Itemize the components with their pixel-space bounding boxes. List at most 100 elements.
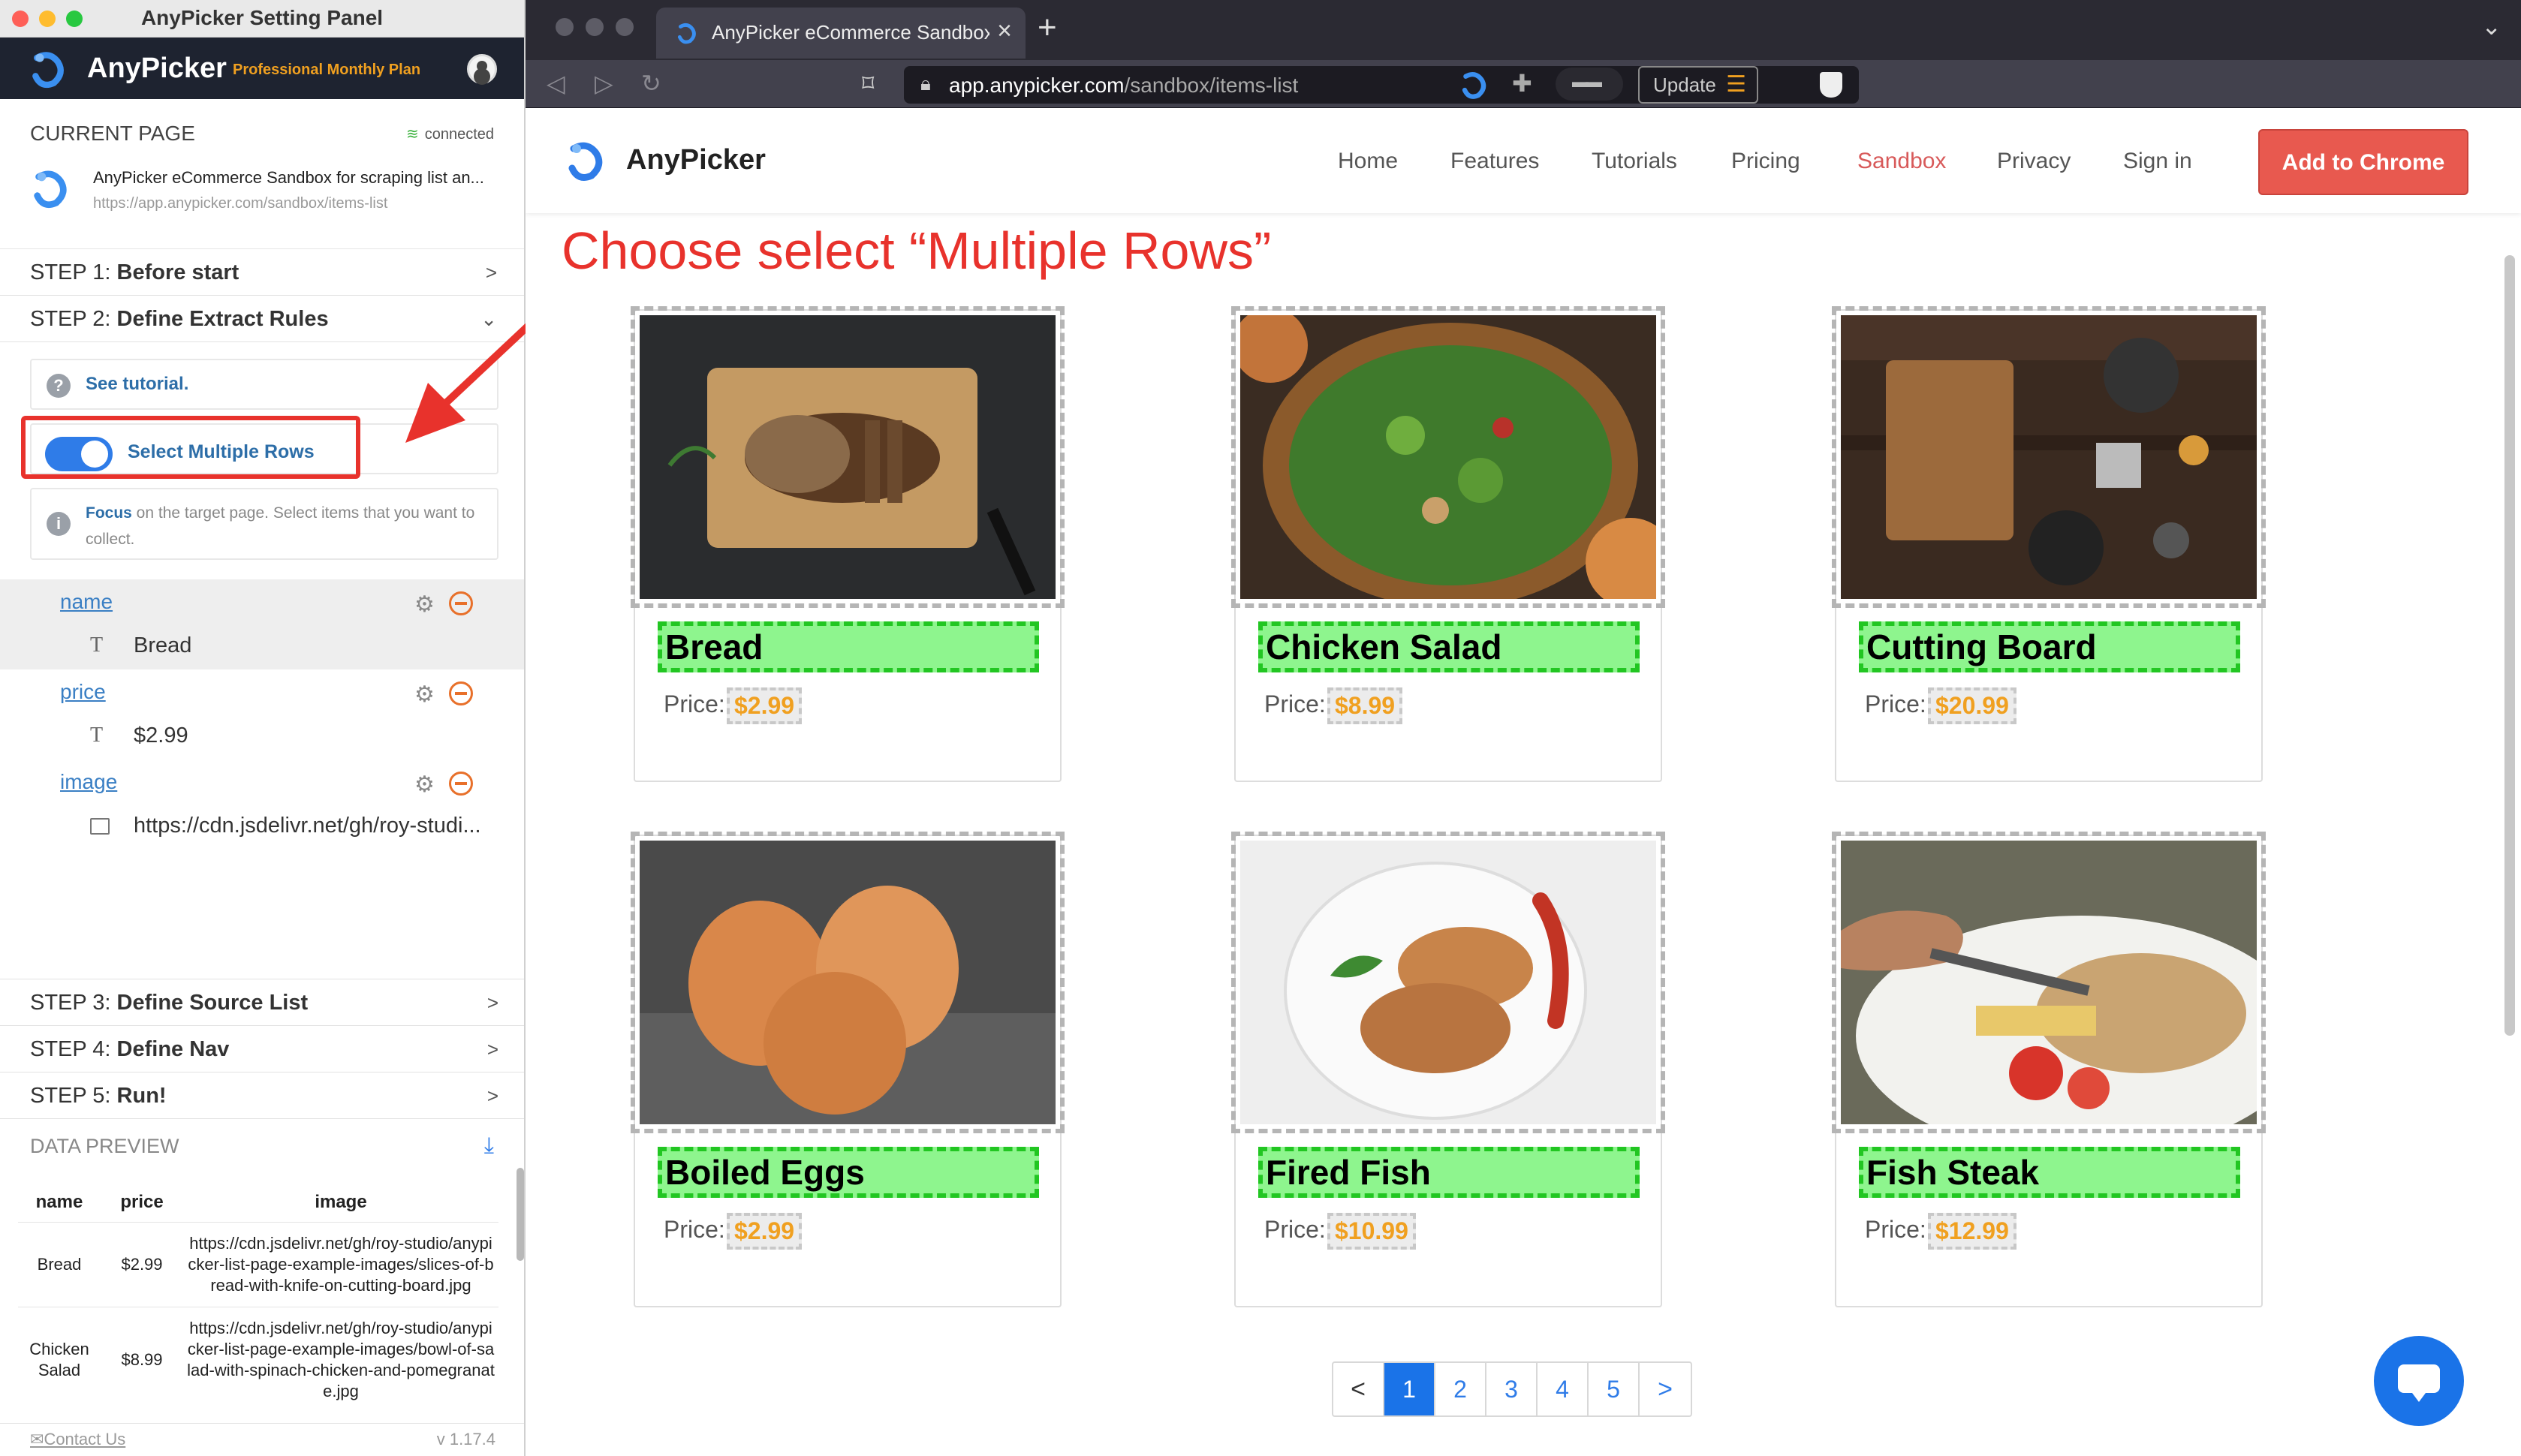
- anypicker-logo-icon[interactable]: [565, 138, 610, 183]
- select-multiple-rows-toggle[interactable]: [45, 437, 113, 471]
- anypicker-logo-icon: [32, 52, 64, 89]
- remove-field-icon[interactable]: [449, 772, 473, 796]
- product-price: $12.99: [1928, 1213, 2016, 1250]
- step-number: STEP 4:: [30, 1037, 111, 1061]
- page-scrollbar[interactable]: [2504, 255, 2515, 1036]
- browser-tab[interactable]: AnyPicker eCommerce Sandbox ×: [656, 8, 1026, 59]
- boiled-eggs-image: [640, 841, 1056, 1124]
- nav-privacy[interactable]: Privacy: [1997, 149, 2071, 174]
- product-card[interactable]: Fired Fish Price: $10.99: [1231, 832, 1665, 1312]
- current-page-heading: CURRENT PAGE: [30, 122, 195, 145]
- bookmark-icon[interactable]: ⌑: [862, 69, 874, 98]
- plan-badge: Professional Monthly Plan: [233, 62, 421, 78]
- price-label: Price:: [1865, 1216, 1926, 1243]
- page-button-4[interactable]: 4: [1538, 1363, 1589, 1415]
- page-button-3[interactable]: 3: [1486, 1363, 1538, 1415]
- chat-bubble-icon[interactable]: [2374, 1336, 2464, 1426]
- product-card[interactable]: Cutting Board Price: $20.99: [1832, 306, 2266, 787]
- gear-icon[interactable]: ⚙: [414, 681, 435, 708]
- brave-shield-icon[interactable]: [1820, 72, 1842, 98]
- nav-features[interactable]: Features: [1450, 149, 1539, 174]
- nav-tutorials[interactable]: Tutorials: [1592, 149, 1677, 174]
- field-name-link[interactable]: image: [60, 770, 117, 794]
- field-value: https://cdn.jsdelivr.net/gh/roy-studi...: [134, 814, 481, 838]
- product-name: Fired Fish: [1258, 1147, 1640, 1198]
- anypicker-favicon-icon: [677, 23, 696, 44]
- product-card[interactable]: Boiled Eggs Price: $2.99: [631, 832, 1065, 1312]
- panel-header: AnyPicker Professional Monthly Plan: [0, 38, 524, 99]
- step-4-header[interactable]: STEP 4: Define Nav >: [0, 1026, 524, 1072]
- reload-icon[interactable]: ↻: [641, 69, 661, 98]
- cell-name: Bread: [18, 1221, 101, 1307]
- help-icon: ?: [47, 374, 71, 398]
- navigation-bar: ◁ ▷ ↻ ⌑ 🔒︎ app.anypicker.com/sandbox/ite…: [526, 60, 2521, 108]
- add-to-chrome-button[interactable]: Add to Chrome: [2258, 129, 2468, 195]
- close-tab-icon[interactable]: ×: [997, 17, 1012, 46]
- product-card[interactable]: Fish Steak Price: $12.99: [1832, 832, 2266, 1312]
- nav-sandbox[interactable]: Sandbox: [1857, 149, 1946, 174]
- page-button-1[interactable]: 1: [1384, 1363, 1435, 1415]
- new-tab-icon[interactable]: +: [1038, 9, 1057, 47]
- panel-scrollbar[interactable]: [517, 1168, 524, 1261]
- remove-field-icon[interactable]: [449, 591, 473, 615]
- chevron-right-icon: >: [486, 991, 498, 1014]
- previous-page-button[interactable]: <: [1333, 1363, 1384, 1415]
- field-row-price[interactable]: price ⚙ T $2.99: [0, 669, 524, 760]
- site-header: AnyPicker Home Features Tutorials Pricin…: [526, 108, 2521, 213]
- see-tutorial-link[interactable]: See tutorial.: [86, 374, 188, 395]
- table-row: Bread $2.99 https://cdn.jsdelivr.net/gh/…: [18, 1221, 498, 1307]
- download-icon[interactable]: ⤓: [484, 1133, 494, 1159]
- field-row-image[interactable]: image ⚙ https://cdn.jsdelivr.net/gh/roy-…: [0, 760, 524, 850]
- page-button-5[interactable]: 5: [1589, 1363, 1640, 1415]
- product-card[interactable]: Bread Price: $2.99: [631, 306, 1065, 787]
- product-name: Fish Steak: [1859, 1147, 2240, 1198]
- nav-sign-in[interactable]: Sign in: [2123, 149, 2192, 174]
- next-page-button[interactable]: >: [1640, 1363, 1691, 1415]
- gear-icon[interactable]: ⚙: [414, 591, 435, 618]
- back-icon[interactable]: ◁: [547, 69, 565, 98]
- chevron-down-icon[interactable]: ⌄: [2481, 12, 2501, 41]
- extensions-puzzle-icon[interactable]: ✚: [1512, 69, 1532, 98]
- field-row-name[interactable]: name ⚙ T Bread: [0, 579, 524, 669]
- step-5-header[interactable]: STEP 5: Run! >: [0, 1072, 524, 1119]
- chevron-right-icon: >: [486, 1084, 498, 1107]
- step-3-header[interactable]: STEP 3: Define Source List >: [0, 979, 524, 1026]
- nav-pricing[interactable]: Pricing: [1731, 149, 1800, 174]
- tab-title: AnyPicker eCommerce Sandbox: [712, 21, 989, 44]
- step-label: Define Extract Rules: [116, 307, 329, 331]
- field-name-link[interactable]: price: [60, 680, 106, 704]
- site-brand[interactable]: AnyPicker: [626, 144, 766, 176]
- chevron-right-icon: >: [486, 1038, 498, 1060]
- forward-icon[interactable]: ▷: [595, 69, 613, 98]
- step-2-header[interactable]: STEP 2: Define Extract Rules ⌄: [0, 296, 524, 342]
- sunglasses-extension-icon[interactable]: [1556, 68, 1623, 101]
- update-button[interactable]: Update ☰: [1638, 66, 1758, 104]
- text-type-icon: T: [90, 633, 104, 657]
- field-name-link[interactable]: name: [60, 590, 113, 614]
- product-card[interactable]: Chicken Salad Price: $8.99: [1231, 306, 1665, 787]
- page-button-2[interactable]: 2: [1435, 1363, 1486, 1415]
- info-icon: i: [47, 512, 71, 536]
- pagination: < 1 2 3 4 5 >: [1332, 1361, 1692, 1417]
- wifi-icon: ≋: [405, 126, 419, 143]
- chevron-right-icon: >: [485, 261, 497, 284]
- maximize-window-button[interactable]: [616, 18, 634, 36]
- minimize-window-button[interactable]: [586, 18, 604, 36]
- data-preview-heading: DATA PREVIEW: [30, 1135, 179, 1157]
- column-header: image: [315, 1191, 367, 1212]
- contact-us-label: Contact Us: [44, 1430, 126, 1448]
- product-image-selection: [631, 832, 1065, 1133]
- lower-steps: STEP 3: Define Source List > STEP 4: Def…: [0, 979, 524, 1119]
- focus-hint-rest: on the target page. Select items that yo…: [86, 504, 475, 548]
- close-window-button[interactable]: [556, 18, 574, 36]
- chicken-salad-image: [1240, 315, 1656, 599]
- fried-fish-image: [1240, 841, 1656, 1124]
- remove-field-icon[interactable]: [449, 681, 473, 705]
- nav-home[interactable]: Home: [1338, 149, 1398, 174]
- contact-us-link[interactable]: ✉Contact Us: [30, 1430, 125, 1449]
- gear-icon[interactable]: ⚙: [414, 772, 435, 798]
- anypicker-extension-icon[interactable]: [1459, 69, 1491, 101]
- user-avatar[interactable]: [467, 54, 497, 84]
- step-1-header[interactable]: STEP 1: Before start >: [0, 249, 524, 296]
- cell-price: $2.99: [101, 1221, 183, 1307]
